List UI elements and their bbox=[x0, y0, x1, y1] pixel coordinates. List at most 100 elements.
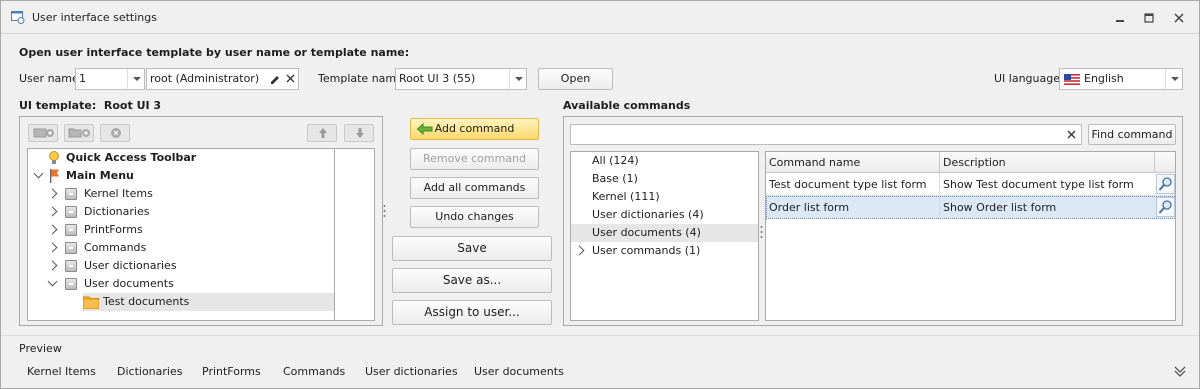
tree-item-label: User documents bbox=[84, 277, 174, 290]
cell-divider bbox=[939, 197, 940, 218]
table-row[interactable]: Order list form Show Order list form bbox=[766, 196, 1175, 219]
category-user-commands[interactable]: User commands (1) bbox=[571, 242, 758, 260]
add-folder-icon[interactable] bbox=[64, 124, 94, 142]
minimize-icon[interactable] bbox=[1112, 11, 1128, 25]
template-value: Root UI 3 (55) bbox=[399, 72, 476, 85]
save-button[interactable]: Save bbox=[392, 236, 552, 261]
add-command-button[interactable]: Add command bbox=[410, 118, 539, 140]
chevron-down-icon[interactable] bbox=[1165, 69, 1182, 89]
ui-language-combo[interactable]: English bbox=[1059, 68, 1183, 90]
user-id-combo[interactable]: 1 bbox=[75, 68, 145, 90]
window-title: User interface settings bbox=[32, 11, 157, 24]
chevron-right-icon[interactable] bbox=[574, 245, 585, 256]
chevron-right-icon[interactable] bbox=[47, 188, 58, 199]
arrow-left-icon bbox=[417, 123, 433, 135]
category-label: Base (1) bbox=[592, 172, 638, 185]
clear-icon[interactable] bbox=[283, 70, 298, 87]
template-combo[interactable]: Root UI 3 (55) bbox=[395, 68, 527, 90]
chevron-down-icon[interactable] bbox=[33, 168, 44, 179]
add-all-commands-button[interactable]: Add all commands bbox=[410, 177, 539, 199]
open-button[interactable]: Open bbox=[538, 68, 613, 90]
undo-changes-button[interactable]: Undo changes bbox=[410, 206, 539, 228]
command-name-cell: Test document type list form bbox=[769, 178, 927, 191]
us-flag-icon bbox=[1064, 74, 1080, 85]
command-categories-list[interactable]: All (124) Base (1) Kernel (111) User dic… bbox=[570, 151, 759, 321]
add-item-icon[interactable] bbox=[28, 124, 58, 142]
tree-item-user-dictionaries[interactable]: User dictionaries bbox=[28, 257, 336, 275]
tree-item-commands[interactable]: Commands bbox=[28, 239, 336, 257]
preview-tab-dictionaries[interactable]: Dictionaries bbox=[117, 365, 182, 378]
open-template-heading: Open user interface template by user nam… bbox=[19, 46, 410, 59]
search-icon[interactable] bbox=[1156, 174, 1175, 194]
cell-divider bbox=[939, 173, 940, 196]
add-command-label: Add command bbox=[434, 122, 515, 135]
preview-tab-user-dictionaries[interactable]: User dictionaries bbox=[365, 365, 458, 378]
chevron-down-icon[interactable] bbox=[47, 276, 58, 287]
restore-icon[interactable] bbox=[1141, 11, 1157, 25]
category-all[interactable]: All (124) bbox=[571, 152, 758, 170]
menu-node-icon bbox=[65, 188, 77, 200]
category-user-dictionaries[interactable]: User dictionaries (4) bbox=[571, 206, 758, 224]
chevron-down-icon[interactable] bbox=[509, 69, 526, 89]
folder-icon bbox=[83, 296, 99, 309]
category-kernel[interactable]: Kernel (111) bbox=[571, 188, 758, 206]
tree-item-dictionaries[interactable]: Dictionaries bbox=[28, 203, 336, 221]
chevron-down-icon[interactable] bbox=[127, 69, 144, 89]
search-icon[interactable] bbox=[1156, 197, 1175, 217]
tree-item-main-menu[interactable]: Main Menu bbox=[28, 167, 336, 185]
template-tree[interactable]: Quick Access Toolbar Main Menu Kernel It… bbox=[27, 148, 375, 321]
category-user-documents[interactable]: User documents (4) bbox=[571, 224, 758, 242]
tree-item-user-documents[interactable]: User documents bbox=[28, 275, 336, 293]
find-command-button[interactable]: Find command bbox=[1088, 124, 1176, 145]
column-header-description[interactable]: Description bbox=[943, 156, 1006, 169]
ui-template-label: UI template: Root UI 3 bbox=[19, 99, 162, 112]
ui-language-value: English bbox=[1084, 72, 1124, 85]
preview-tab-kernel-items[interactable]: Kernel Items bbox=[27, 365, 96, 378]
tree-item-label: Quick Access Toolbar bbox=[66, 151, 197, 164]
menu-node-icon bbox=[65, 260, 77, 272]
move-down-icon[interactable] bbox=[344, 124, 374, 142]
ui-template-name: Root UI 3 bbox=[103, 99, 162, 112]
commands-panel: Find command All (124) Base (1) Kernel (… bbox=[563, 116, 1183, 326]
close-icon[interactable] bbox=[1171, 11, 1187, 25]
tree-item-printforms[interactable]: PrintForms bbox=[28, 221, 336, 239]
tree-item-quick-access-toolbar[interactable]: Quick Access Toolbar bbox=[28, 149, 336, 167]
chevron-down-icon[interactable] bbox=[1173, 365, 1187, 377]
user-name-value: root (Administrator) bbox=[150, 72, 260, 85]
commands-grid[interactable]: Command name Description Test document t… bbox=[765, 151, 1176, 321]
available-commands-label: Available commands bbox=[563, 99, 691, 112]
command-search-input[interactable] bbox=[570, 124, 1082, 145]
remove-command-button[interactable]: Remove command bbox=[410, 148, 539, 170]
splitter-grip[interactable] bbox=[760, 225, 763, 239]
chevron-right-icon[interactable] bbox=[47, 242, 58, 253]
preview-separator bbox=[1, 335, 1199, 336]
tree-item-kernel-items[interactable]: Kernel Items bbox=[28, 185, 336, 203]
assign-to-user-button[interactable]: Assign to user... bbox=[392, 300, 552, 325]
chevron-right-icon[interactable] bbox=[47, 206, 58, 217]
category-base[interactable]: Base (1) bbox=[571, 170, 758, 188]
tree-item-label: Main Menu bbox=[66, 169, 134, 182]
menu-node-icon bbox=[65, 224, 77, 236]
preview-tab-user-documents[interactable]: User documents bbox=[474, 365, 564, 378]
tree-item-label: PrintForms bbox=[84, 223, 143, 236]
save-as-button[interactable]: Save as... bbox=[392, 268, 552, 293]
category-label: All (124) bbox=[592, 154, 639, 167]
clear-search-icon[interactable] bbox=[1063, 126, 1080, 143]
table-row[interactable]: Test document type list form Show Test d… bbox=[766, 173, 1175, 196]
grid-header: Command name Description bbox=[766, 152, 1175, 173]
template-tree-panel: Quick Access Toolbar Main Menu Kernel It… bbox=[19, 116, 383, 326]
splitter-grip[interactable] bbox=[383, 204, 386, 218]
title-bar: User interface settings bbox=[1, 1, 1199, 34]
delete-icon[interactable] bbox=[100, 124, 130, 142]
move-up-icon[interactable] bbox=[307, 124, 337, 142]
edit-icon[interactable] bbox=[267, 70, 283, 87]
column-divider bbox=[1154, 152, 1155, 173]
chevron-right-icon[interactable] bbox=[47, 224, 58, 235]
column-header-command-name[interactable]: Command name bbox=[769, 156, 860, 169]
column-divider bbox=[939, 152, 940, 173]
lightbulb-icon bbox=[49, 151, 59, 164]
chevron-right-icon[interactable] bbox=[47, 260, 58, 271]
preview-tab-printforms[interactable]: PrintForms bbox=[202, 365, 261, 378]
tree-item-test-documents[interactable]: Test documents bbox=[83, 293, 334, 311]
preview-tab-commands[interactable]: Commands bbox=[283, 365, 345, 378]
